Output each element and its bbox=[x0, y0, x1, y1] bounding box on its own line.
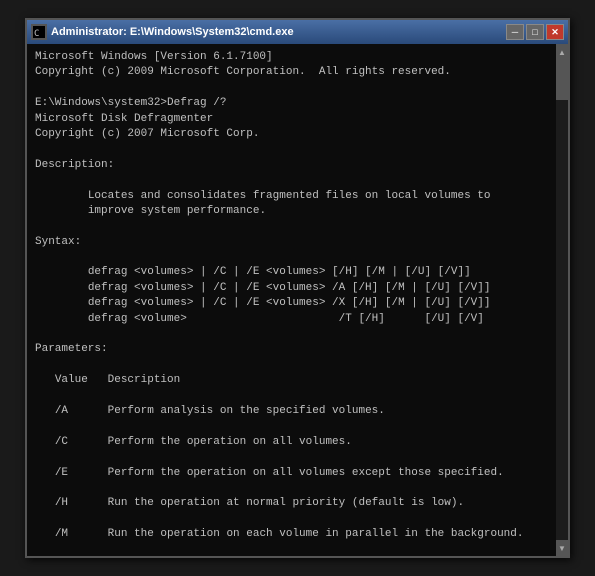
close-button[interactable]: ✕ bbox=[546, 24, 564, 40]
cmd-icon: C bbox=[31, 24, 47, 40]
cmd-window: C Administrator: E:\Windows\System32\cmd… bbox=[25, 18, 570, 558]
title-bar: C Administrator: E:\Windows\System32\cmd… bbox=[27, 20, 568, 44]
minimize-button[interactable]: ─ bbox=[506, 24, 524, 40]
svg-text:C: C bbox=[34, 29, 39, 38]
scroll-up-button[interactable]: ▲ bbox=[556, 44, 568, 60]
console-text: Microsoft Windows [Version 6.1.7100] Cop… bbox=[35, 50, 548, 556]
title-bar-left: C Administrator: E:\Windows\System32\cmd… bbox=[31, 24, 294, 40]
scroll-down-button[interactable]: ▼ bbox=[556, 540, 568, 556]
scrollbar[interactable]: ▲ ▼ bbox=[556, 44, 568, 556]
scroll-thumb[interactable] bbox=[556, 60, 568, 100]
window-title: Administrator: E:\Windows\System32\cmd.e… bbox=[51, 26, 294, 38]
scroll-track bbox=[556, 60, 568, 540]
title-bar-buttons: ─ □ ✕ bbox=[506, 24, 564, 40]
console-output: Microsoft Windows [Version 6.1.7100] Cop… bbox=[27, 44, 556, 556]
maximize-button[interactable]: □ bbox=[526, 24, 544, 40]
